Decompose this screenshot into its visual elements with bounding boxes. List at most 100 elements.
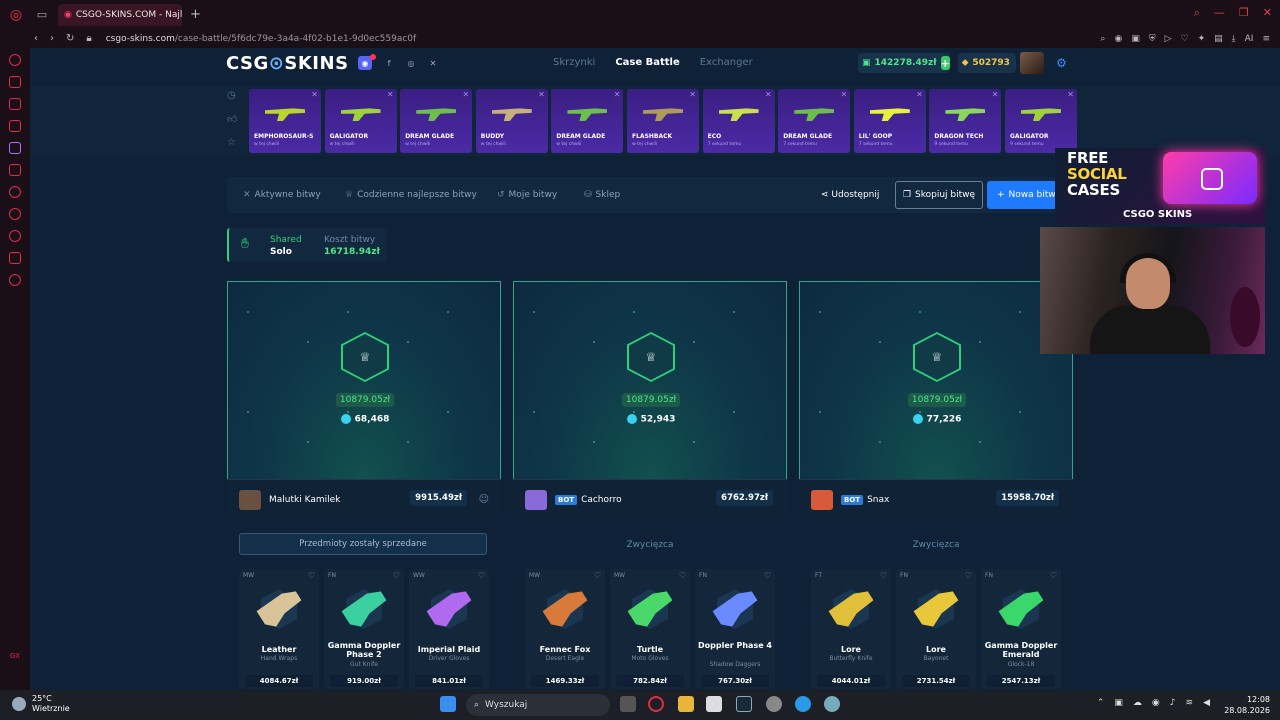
- sidebar-messenger-icon[interactable]: [9, 98, 21, 110]
- live-drop-card[interactable]: ✕ EMPHOROSAUR-S w tej chwili: [249, 89, 321, 153]
- live-drop-card[interactable]: ✕ DRAGON TECH 9 sekund temu: [929, 89, 1002, 153]
- new-tab-icon[interactable]: +: [190, 7, 201, 22]
- item-favorite-icon[interactable]: ♡: [478, 571, 485, 580]
- emote-icon[interactable]: ☺: [479, 494, 489, 505]
- live-drop-card[interactable]: ✕ DREAM GLADE w tej chwili: [400, 89, 473, 153]
- live-drop-card[interactable]: ✕ FLASHBACK w tej chwili: [627, 89, 699, 153]
- share-button[interactable]: ⋖ Udostępnij: [821, 190, 879, 200]
- camera-icon[interactable]: ◉: [1114, 34, 1122, 44]
- player-avatar[interactable]: [525, 490, 547, 510]
- player-avatar[interactable]: [239, 490, 261, 510]
- item-favorite-icon[interactable]: ♡: [393, 571, 400, 580]
- item-card[interactable]: MW ♡ Turtle Moto Gloves 782.84zł: [610, 569, 690, 689]
- player-avatar[interactable]: [811, 490, 833, 510]
- sidebar-twitch-icon[interactable]: [9, 142, 21, 154]
- top-thumb-icon[interactable]: 👍︎: [227, 113, 237, 125]
- item-card[interactable]: FN ♡ Lore Bayonet 2731.54zł: [896, 569, 976, 689]
- zoom-icon[interactable]: ⌕: [1100, 34, 1105, 44]
- item-favorite-icon[interactable]: ♡: [308, 571, 315, 580]
- ai-button[interactable]: AI: [1245, 34, 1254, 44]
- live-drop-card[interactable]: ✕ BUDDY w tej chwili: [475, 89, 548, 153]
- minimize-icon[interactable]: —: [1214, 6, 1225, 20]
- opera-gx-taskbar-icon[interactable]: [648, 696, 664, 712]
- sidebar-history-icon[interactable]: [9, 230, 21, 242]
- sidebar-gx-corner-icon[interactable]: [9, 54, 21, 66]
- wallet-icon[interactable]: ▤: [1214, 34, 1223, 44]
- item-card[interactable]: FN ♡ Gamma Doppler Emerald Glock-18 2547.13z…: [981, 569, 1061, 689]
- item-favorite-icon[interactable]: ♡: [1050, 571, 1057, 580]
- close-icon[interactable]: ✕: [1263, 6, 1272, 20]
- play-icon[interactable]: ▷: [1165, 34, 1172, 44]
- windows-start-icon[interactable]: [440, 696, 456, 712]
- items-sold-button[interactable]: Przedmioty zostały sprzedane: [239, 533, 487, 555]
- taskbar-search[interactable]: ⌕ Wyszukaj: [466, 694, 610, 716]
- steam-icon[interactable]: [736, 696, 752, 712]
- coins-display[interactable]: ⬥ 502793: [958, 53, 1016, 73]
- store-icon[interactable]: [706, 696, 722, 712]
- snapshot-icon[interactable]: ▣: [1131, 34, 1140, 44]
- file-explorer-icon[interactable]: [678, 696, 694, 712]
- nav-cases[interactable]: Skrzynki: [553, 57, 595, 68]
- item-card[interactable]: FN ♡ Doppler Phase 4 Shadow Daggers 767.30zł: [695, 569, 775, 689]
- shield-icon[interactable]: ⛨: [1149, 34, 1156, 44]
- sidebar-bag-icon[interactable]: [9, 76, 21, 88]
- item-card[interactable]: WW ♡ Imperial Plaid Driver Gloves 841.01zł: [409, 569, 489, 689]
- back-icon[interactable]: ‹: [34, 33, 38, 44]
- copy-battle-button[interactable]: ❐ Skopiuj bitwę: [895, 181, 983, 209]
- recent-clock-icon[interactable]: ◷: [227, 90, 237, 101]
- extensions-icon[interactable]: ✦: [1198, 34, 1206, 44]
- drop-close-icon[interactable]: ✕: [689, 90, 696, 99]
- x-twitter-icon[interactable]: ✕: [426, 56, 440, 70]
- tab-shop[interactable]: ⛁ Sklep: [584, 190, 620, 200]
- taskbar-clock[interactable]: 12:08 28.08.2026: [1224, 694, 1270, 716]
- user-avatar[interactable]: [1020, 52, 1044, 74]
- task-view-icon[interactable]: [620, 696, 636, 712]
- drop-close-icon[interactable]: ✕: [387, 90, 394, 99]
- facebook-icon[interactable]: f: [382, 56, 396, 70]
- item-card[interactable]: FN ♡ Gamma Doppler Phase 2 Gut Knife 919.00z…: [324, 569, 404, 689]
- deposit-button[interactable]: +: [940, 56, 950, 70]
- tab-my-battles[interactable]: ↺ Moje bitwy: [497, 190, 557, 200]
- search-tabs-icon[interactable]: ⌕: [1194, 6, 1200, 20]
- drop-close-icon[interactable]: ✕: [462, 90, 469, 99]
- tray-network-icon[interactable]: ◉: [1152, 698, 1160, 708]
- sidebar-game-icon[interactable]: [9, 186, 21, 198]
- edge-icon[interactable]: [795, 696, 811, 712]
- item-favorite-icon[interactable]: ♡: [880, 571, 887, 580]
- menu-icon[interactable]: ≡: [1262, 34, 1270, 44]
- item-card[interactable]: MW ♡ Fennec Fox Desert Eagle 1469.33zł: [525, 569, 605, 689]
- weather-widget[interactable]: 25°C Wietrznie: [12, 694, 70, 714]
- app-circle-icon[interactable]: [824, 696, 840, 712]
- tray-volume-icon[interactable]: ◀︎: [1203, 698, 1210, 708]
- tray-chevron-icon[interactable]: ⌃: [1097, 698, 1105, 708]
- sidebar-player-icon[interactable]: [9, 208, 21, 220]
- item-favorite-icon[interactable]: ♡: [764, 571, 771, 580]
- maximize-icon[interactable]: ❐: [1239, 6, 1249, 20]
- tray-wifi-icon[interactable]: ≋: [1186, 698, 1194, 708]
- balance-display[interactable]: ▣ 142278.49zł +: [858, 53, 950, 73]
- forward-icon[interactable]: ›: [50, 33, 54, 44]
- url-field[interactable]: csgo-skins.com/case-battle/5f6dc79e-3a4a…: [106, 34, 416, 44]
- instagram-icon[interactable]: ◎: [404, 56, 418, 70]
- live-drop-card[interactable]: ✕ GALIGATOR w tej chwili: [324, 89, 397, 153]
- opera-gx-logo-icon[interactable]: ◎: [0, 0, 32, 29]
- reload-icon[interactable]: ↻: [66, 33, 74, 44]
- new-battle-button[interactable]: + Nowa bitwa: [987, 181, 1057, 209]
- live-drop-card[interactable]: ✕ GALIGATOR 9 sekund temu: [1005, 89, 1077, 153]
- heart-icon[interactable]: ♡: [1181, 34, 1189, 44]
- live-drop-card[interactable]: ✕ LIL' GOOP 7 sekund temu: [853, 89, 926, 153]
- drop-close-icon[interactable]: ✕: [1067, 90, 1074, 99]
- browser-tab[interactable]: ◉ CSGO-SKINS.COM - Najlep: [58, 3, 182, 26]
- item-favorite-icon[interactable]: ♡: [679, 571, 686, 580]
- nav-case-battle[interactable]: Case Battle: [615, 57, 679, 68]
- tray-mic-icon[interactable]: ♪: [1170, 698, 1176, 708]
- item-card[interactable]: FT ♡ Lore Butterfly Knife 4044.01zł: [811, 569, 891, 689]
- settings-gear-icon[interactable]: ⚙: [1056, 56, 1067, 70]
- item-card[interactable]: MW ♡ Leather Hand Wraps 4084.67zł: [239, 569, 319, 689]
- drop-close-icon[interactable]: ✕: [840, 90, 847, 99]
- gx-control-icon[interactable]: GX: [10, 652, 20, 660]
- drop-close-icon[interactable]: ✕: [614, 90, 621, 99]
- drop-close-icon[interactable]: ✕: [538, 90, 545, 99]
- drop-close-icon[interactable]: ✕: [765, 90, 772, 99]
- drop-close-icon[interactable]: ✕: [311, 90, 318, 99]
